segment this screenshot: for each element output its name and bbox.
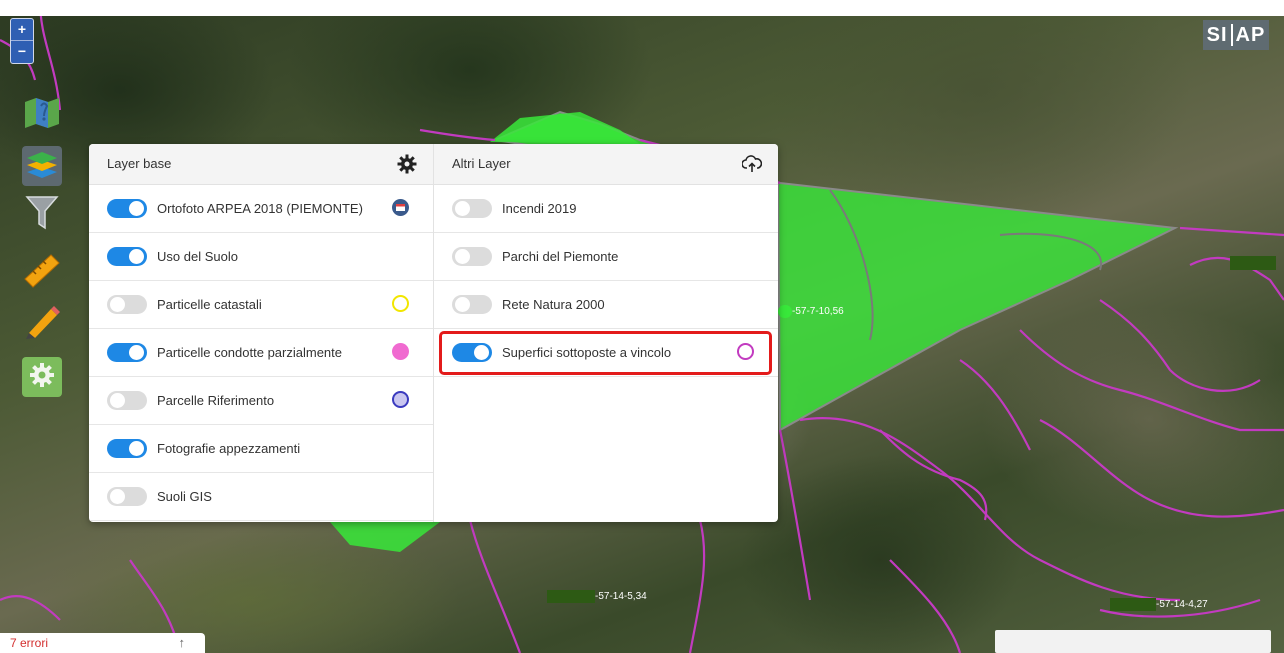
- layer-color-swatch: [392, 295, 409, 312]
- gear-icon[interactable]: [397, 154, 417, 174]
- ruler-icon: [23, 253, 61, 294]
- logo-separator: [1230, 24, 1233, 46]
- layer-row: Superfici sottoposte a vincolo: [434, 329, 778, 377]
- layer-toggle[interactable]: [452, 199, 492, 218]
- plot-label[interactable]: -57-7-10,56: [778, 305, 844, 319]
- zoom-in-button[interactable]: +: [11, 19, 33, 40]
- plot-label[interactable]: -57-14-4,27: [1110, 598, 1208, 612]
- other-layers-column: Altri Layer Incendi 2019 Parchi del Piemo…: [434, 144, 778, 522]
- map-legend-button[interactable]: [22, 94, 62, 134]
- plot-label-text: -57-14-4,27: [1156, 599, 1208, 611]
- layer-row: Particelle catastali: [89, 281, 433, 329]
- layer-row: Parchi del Piemonte: [434, 233, 778, 281]
- pencil-button[interactable]: [22, 303, 62, 343]
- layer-toggle[interactable]: [107, 391, 147, 410]
- layer-toggle[interactable]: [107, 247, 147, 266]
- plot-label-marker: [778, 305, 792, 318]
- layer-toggle[interactable]: [107, 487, 147, 506]
- layer-label: Particelle condotte parzialmente: [157, 345, 342, 360]
- plot-label-marker: [1110, 598, 1156, 611]
- zoom-control: + −: [10, 18, 34, 64]
- layer-panel: Layer base Ortofoto ARPEA 2018 (PIEMONTE…: [89, 144, 778, 522]
- layer-toggle[interactable]: [107, 295, 147, 314]
- layer-toggle[interactable]: [107, 439, 147, 458]
- layer-toggle[interactable]: [452, 343, 492, 362]
- attribution-bar: [995, 630, 1271, 653]
- selected-parcel-bottom: [330, 522, 440, 552]
- layer-label: Parcelle Riferimento: [157, 393, 275, 408]
- layer-toggle[interactable]: [107, 199, 147, 218]
- selected-parcel-top: [490, 112, 640, 144]
- layer-row: Fotografie appezzamenti: [89, 425, 433, 473]
- layer-color-swatch: [392, 343, 409, 360]
- layer-row: Parcelle Riferimento: [89, 377, 433, 425]
- arrow-up-icon[interactable]: ↑: [179, 633, 186, 653]
- plot-label[interactable]: -57-14-5,34: [547, 590, 647, 604]
- siap-logo: SI AP: [1203, 20, 1269, 50]
- cloud-upload-icon[interactable]: [741, 154, 763, 174]
- layer-toggle[interactable]: [107, 343, 147, 362]
- settings-button[interactable]: [22, 357, 62, 397]
- layer-label: Rete Natura 2000: [502, 297, 605, 312]
- layer-label: Superfici sottoposte a vincolo: [502, 345, 672, 360]
- layer-label: Incendi 2019: [502, 201, 577, 216]
- plot-label-text: -57-7-10,56: [792, 306, 844, 318]
- calendar-icon[interactable]: [392, 199, 409, 216]
- other-layers-title: Altri Layer: [452, 156, 511, 171]
- base-layers-header: Layer base: [89, 144, 433, 185]
- ruler-button[interactable]: [22, 253, 62, 293]
- logo-right: AP: [1235, 23, 1266, 46]
- zoom-out-button[interactable]: −: [11, 40, 33, 62]
- layer-label: Fotografie appezzamenti: [157, 441, 301, 456]
- layers-icon: [25, 147, 59, 186]
- layer-color-swatch: [737, 343, 754, 360]
- errors-bar[interactable]: 7 errori ↑: [0, 633, 205, 653]
- plot-label-marker: [547, 590, 595, 603]
- plot-label-text: -57-14-5,34: [595, 591, 647, 603]
- layers-button[interactable]: [22, 146, 62, 186]
- layer-label: Uso del Suolo: [157, 249, 238, 264]
- other-layers-header: Altri Layer: [434, 144, 778, 185]
- filter-icon: [25, 194, 59, 235]
- layer-row: Incendi 2019: [434, 185, 778, 233]
- base-layers-title: Layer base: [107, 156, 172, 171]
- logo-left: SI: [1206, 23, 1228, 46]
- errors-count: 7 errori: [10, 636, 49, 650]
- layer-label: Ortofoto ARPEA 2018 (PIEMONTE): [157, 201, 363, 216]
- layer-color-swatch: [392, 391, 409, 408]
- layer-label: Parchi del Piemonte: [502, 249, 619, 264]
- filter-button[interactable]: [22, 194, 62, 234]
- pencil-icon: [23, 303, 61, 344]
- layer-row: Suoli GIS: [89, 473, 433, 521]
- layer-label: Particelle catastali: [157, 297, 262, 312]
- map-legend-icon: [23, 94, 61, 135]
- layer-label: Suoli GIS: [157, 489, 212, 504]
- plot-label-marker[interactable]: [1230, 256, 1276, 270]
- layer-toggle[interactable]: [452, 295, 492, 314]
- layer-row: Uso del Suolo: [89, 233, 433, 281]
- settings-icon: [28, 361, 56, 394]
- layer-row: Rete Natura 2000: [434, 281, 778, 329]
- layer-row: Particelle condotte parzialmente: [89, 329, 433, 377]
- base-layers-column: Layer base Ortofoto ARPEA 2018 (PIEMONTE…: [89, 144, 434, 522]
- layer-row: Ortofoto ARPEA 2018 (PIEMONTE): [89, 185, 433, 233]
- layer-toggle[interactable]: [452, 247, 492, 266]
- caption-strip: [0, 0, 1284, 16]
